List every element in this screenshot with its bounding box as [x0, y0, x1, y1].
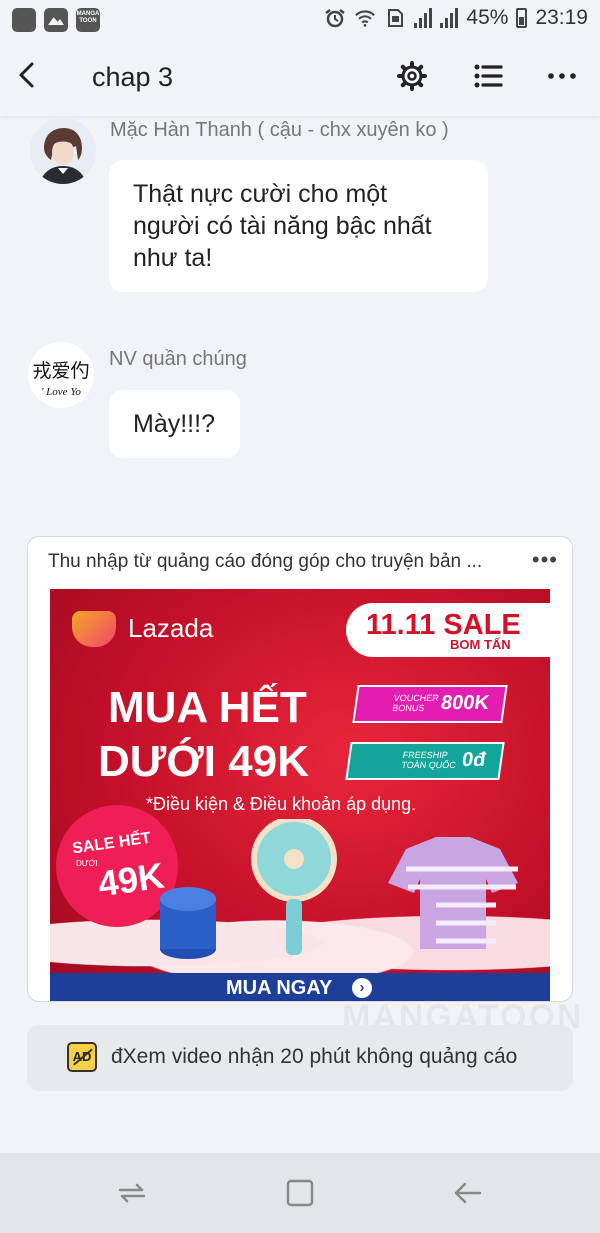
cta-label[interactable]: MUA NGAY	[226, 977, 332, 1000]
message-line: Mày!!!?	[133, 410, 215, 438]
voucher-tag: VOUCHER BONUS 800K	[352, 685, 508, 723]
avatar[interactable]: 戎爱仢 ' Love Yo	[28, 342, 94, 408]
chapter-list-icon[interactable]	[470, 58, 506, 94]
battery-percent: 45%	[466, 6, 509, 29]
chevron-right-icon[interactable]: ›	[352, 978, 372, 998]
page-title: chap 3	[92, 62, 174, 92]
watch-video-label[interactable]: đXem video nhận 20 phút không quảng cáo	[111, 1045, 517, 1069]
gear-icon[interactable]	[394, 58, 430, 94]
sale-bottom-text: BOM TẤN	[450, 637, 511, 652]
message-line: Thật nực cười cho một	[133, 180, 388, 208]
recent-apps-icon[interactable]	[114, 1175, 150, 1211]
message-bubble: Mày!!!?	[109, 390, 240, 458]
tshirt-icon	[388, 837, 518, 949]
mangatoon-notification-icon: MANGA TOON	[76, 8, 100, 32]
avatar-calligraphy: 戎爱仢	[32, 360, 90, 382]
signal-icon-2	[440, 8, 459, 28]
ad-banner[interactable]: Lazada 11.11 SALE BOM TẤN MUA HẾT DƯỚI 4…	[50, 589, 550, 1001]
avatar-caption: ' Love Yo	[41, 386, 81, 398]
ad-more-icon[interactable]: •••	[532, 547, 558, 573]
app-header: chap 3	[0, 40, 600, 116]
alarm-icon	[325, 9, 346, 28]
back-nav-icon[interactable]	[450, 1175, 486, 1211]
watch-video-bar[interactable]: AD đXem video nhận 20 phút không quảng c…	[27, 1025, 573, 1091]
message-line: như ta!	[133, 244, 213, 272]
ad-card: Thu nhập từ quảng cáo đóng góp cho truyệ…	[27, 536, 573, 1002]
ad-title: Thu nhập từ quảng cáo đóng góp cho truyệ…	[48, 551, 483, 572]
product-images	[160, 819, 518, 959]
back-icon[interactable]	[14, 60, 44, 90]
freeship-value: 0đ	[460, 749, 488, 771]
status-bar: MANGA TOON 45% 23:19	[0, 0, 600, 40]
headline-1: MUA HẾT	[108, 683, 307, 732]
battery-icon	[516, 8, 528, 28]
sd-card-icon	[388, 9, 404, 27]
system-nav-bar	[0, 1153, 600, 1233]
notification-icon	[12, 8, 36, 32]
freeship-label: FREESHIP TOÀN QUỐC	[400, 750, 457, 770]
speaker-icon	[160, 887, 216, 959]
freeship-tag: FREESHIP TOÀN QUỐC 0đ	[345, 742, 505, 780]
voucher-label: VOUCHER BONUS	[391, 693, 440, 713]
author-name: NV quần chúng	[109, 348, 247, 370]
clock: 23:19	[535, 6, 588, 29]
sale-pill: 11.11 SALE BOM TẤN	[346, 603, 550, 657]
message-bubble: Thật nực cười cho một người có tài năng …	[109, 160, 488, 292]
headline-2: DƯỚI 49K	[98, 737, 309, 786]
wifi-icon	[355, 10, 376, 27]
lazada-logo-icon	[72, 611, 116, 647]
avatar[interactable]	[30, 118, 96, 184]
brand-name: Lazada	[128, 613, 214, 643]
badge-line-1: SALE HẾT	[71, 829, 152, 858]
more-icon[interactable]	[544, 58, 580, 94]
author-name: Mặc Hàn Thanh ( cậu - chx xuyên ko )	[110, 119, 449, 141]
gallery-icon	[44, 8, 68, 32]
no-ad-icon: AD	[67, 1042, 97, 1072]
terms-text: *Điều kiện & Điều khoản áp dụng.	[146, 794, 417, 814]
message-line: người có tài năng bậc nhất	[133, 212, 432, 240]
signal-icon	[414, 8, 433, 28]
voucher-value: 800K	[439, 692, 491, 714]
fan-icon	[251, 819, 337, 955]
home-icon[interactable]	[282, 1175, 318, 1211]
